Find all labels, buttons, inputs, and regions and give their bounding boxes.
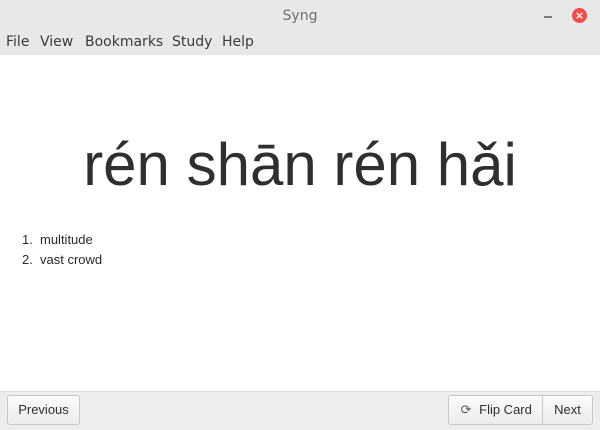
card-content: rén shān rén hǎi 1. multitude 2. vast crow… xyxy=(0,55,600,391)
menu-view[interactable]: View xyxy=(40,32,73,55)
definition-number: 2. xyxy=(22,252,33,267)
minimize-button[interactable] xyxy=(541,9,555,23)
close-icon: × xyxy=(574,9,585,22)
menu-study[interactable]: Study xyxy=(172,32,212,55)
definition-text: vast crowd xyxy=(40,252,103,267)
definition-item: 2. vast crowd xyxy=(22,250,102,270)
footer-bar: Previous ⟳ Flip Card Next xyxy=(0,391,600,430)
menu-bar: File View Bookmarks Study Help xyxy=(0,32,600,55)
flip-card-button[interactable]: ⟳ Flip Card xyxy=(448,395,543,425)
definition-item: 1. multitude xyxy=(22,230,102,250)
title-bar: Syng × xyxy=(0,0,600,32)
menu-help[interactable]: Help xyxy=(222,32,254,55)
definition-text: multitude xyxy=(40,232,93,247)
card-action-group: ⟳ Flip Card Next xyxy=(448,395,593,425)
definition-list: 1. multitude 2. vast crowd xyxy=(22,230,102,270)
refresh-icon: ⟳ xyxy=(460,402,472,417)
previous-button[interactable]: Previous xyxy=(7,395,80,425)
menu-file[interactable]: File xyxy=(6,32,29,55)
card-headword: rén shān rén hǎi xyxy=(83,131,517,198)
flip-card-label: Flip Card xyxy=(479,402,532,417)
minimize-icon xyxy=(544,16,552,18)
next-label: Next xyxy=(554,402,581,417)
definition-number: 1. xyxy=(22,232,33,247)
window-title: Syng xyxy=(282,8,318,24)
menu-bookmarks[interactable]: Bookmarks xyxy=(85,32,163,55)
close-button[interactable]: × xyxy=(572,8,587,23)
app-window: Syng × File View Bookmarks Study Help ré… xyxy=(0,0,600,430)
previous-label: Previous xyxy=(18,402,69,417)
next-button[interactable]: Next xyxy=(542,395,593,425)
